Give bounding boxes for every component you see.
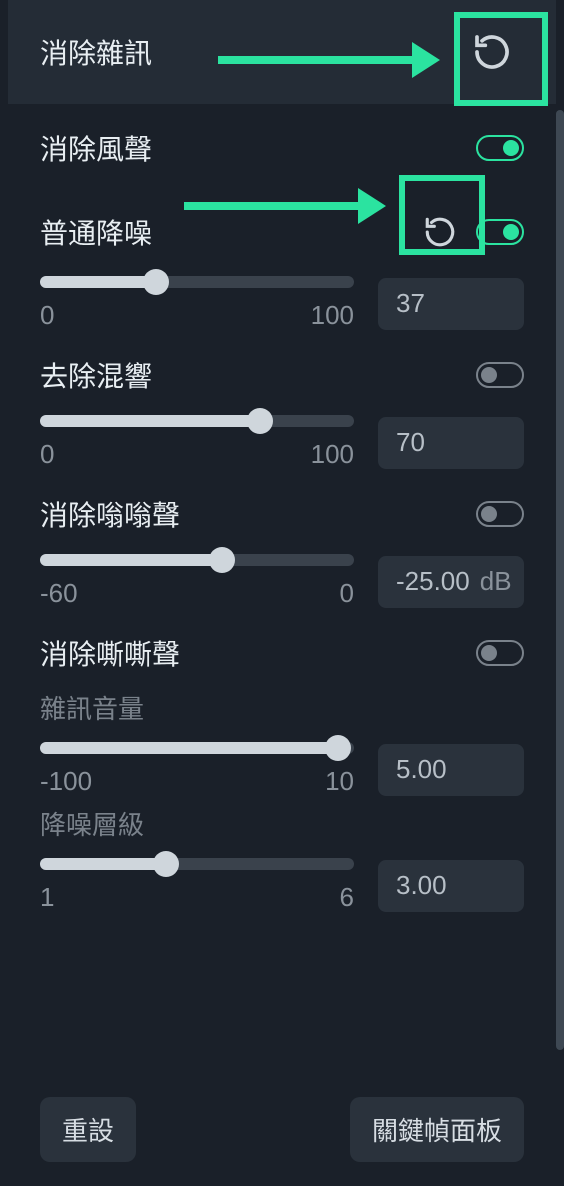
hiss-noise-vol-value[interactable]: 5.00 <box>378 744 524 796</box>
slider-thumb[interactable] <box>153 851 179 877</box>
hiss-noise-vol-slider[interactable] <box>40 742 354 754</box>
normal-denoise-value[interactable]: 37 <box>378 278 524 330</box>
slider-max: 100 <box>311 300 354 331</box>
slider-thumb[interactable] <box>325 735 351 761</box>
slider-fill <box>40 276 156 288</box>
hiss-noise-vol-label: 雜訊音量 <box>40 689 524 726</box>
reverb-label: 去除混響 <box>40 355 152 395</box>
reverb-slider[interactable] <box>40 415 354 427</box>
toggle-knob <box>481 506 497 522</box>
reverb-toggle[interactable] <box>476 362 524 388</box>
denoise-title: 消除雜訊 <box>40 32 152 72</box>
hum-value[interactable]: -25.00 dB <box>378 556 524 608</box>
hiss-level-slider[interactable] <box>40 858 354 870</box>
slider-max: 10 <box>325 766 354 797</box>
slider-min: 0 <box>40 300 54 331</box>
hum-unit: dB <box>480 566 512 597</box>
slider-max: 6 <box>340 882 354 913</box>
hum-label: 消除嗡嗡聲 <box>40 494 180 534</box>
undo-icon <box>423 215 457 249</box>
keyframe-panel-button[interactable]: 關鍵幀面板 <box>350 1097 524 1162</box>
slider-min: 0 <box>40 439 54 470</box>
wind-label: 消除風聲 <box>40 128 152 168</box>
slider-thumb[interactable] <box>209 547 235 573</box>
toggle-knob <box>503 140 519 156</box>
normal-denoise-toggle[interactable] <box>476 219 524 245</box>
reset-button[interactable]: 重設 <box>40 1097 136 1162</box>
slider-fill <box>40 554 222 566</box>
normal-denoise-slider[interactable] <box>40 276 354 288</box>
scrollbar[interactable] <box>556 110 564 1050</box>
hiss-level-label: 降噪層級 <box>40 805 524 842</box>
section-normal-denoise: 普通降噪 0 100 <box>8 184 556 331</box>
slider-thumb[interactable] <box>247 408 273 434</box>
slider-min: -100 <box>40 766 92 797</box>
slider-max: 100 <box>311 439 354 470</box>
slider-thumb[interactable] <box>143 269 169 295</box>
slider-fill <box>40 415 260 427</box>
slider-fill <box>40 858 166 870</box>
normal-denoise-label: 普通降噪 <box>40 212 152 252</box>
slider-fill <box>40 742 338 754</box>
section-hiss: 消除嘶嘶聲 雜訊音量 -100 10 5.00 降噪層級 <box>8 609 556 913</box>
hum-toggle[interactable] <box>476 501 524 527</box>
toggle-knob <box>481 367 497 383</box>
hiss-level-value[interactable]: 3.00 <box>378 860 524 912</box>
section-reverb: 去除混響 0 100 70 <box>8 331 556 470</box>
section-denoise-header: 消除雜訊 <box>8 0 556 104</box>
section-wind: 消除風聲 <box>8 104 556 172</box>
reset-all-button[interactable] <box>460 20 524 84</box>
undo-icon <box>472 32 512 72</box>
hum-slider[interactable] <box>40 554 354 566</box>
reverb-value[interactable]: 70 <box>378 417 524 469</box>
hiss-label: 消除嘶嘶聲 <box>40 633 180 673</box>
normal-denoise-reset[interactable] <box>412 204 468 260</box>
toggle-knob <box>481 645 497 661</box>
toggle-knob <box>503 224 519 240</box>
slider-max: 0 <box>340 578 354 609</box>
wind-toggle[interactable] <box>476 135 524 161</box>
footer: 重設 關鍵幀面板 <box>40 1097 524 1162</box>
slider-min: -60 <box>40 578 78 609</box>
section-hum: 消除嗡嗡聲 -60 0 -25.00 dB <box>8 470 556 609</box>
hiss-toggle[interactable] <box>476 640 524 666</box>
slider-min: 1 <box>40 882 54 913</box>
